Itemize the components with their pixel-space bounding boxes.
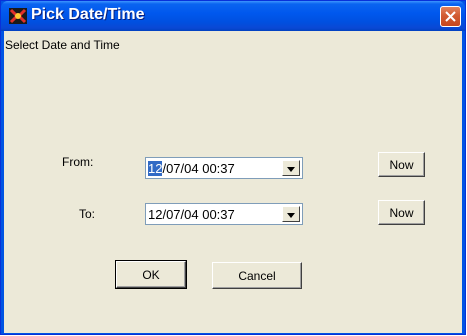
ok-button[interactable]: OK xyxy=(115,260,187,289)
from-now-button[interactable]: Now xyxy=(378,152,425,177)
chevron-down-icon xyxy=(287,159,295,177)
from-datetime-value[interactable]: 12/07/04 00:37 xyxy=(148,161,235,176)
from-datetime-combo[interactable]: 12/07/04 00:37 xyxy=(145,157,303,179)
to-label: To: xyxy=(79,207,96,221)
chevron-down-icon xyxy=(287,205,295,223)
from-label: From: xyxy=(62,155,94,169)
dialog-window: Pick Date/Time Select Date and Time From… xyxy=(0,0,466,335)
cancel-button[interactable]: Cancel xyxy=(212,262,302,289)
window-title: Pick Date/Time xyxy=(31,6,145,23)
to-datetime-value[interactable]: 12/07/04 00:37 xyxy=(148,207,235,222)
to-datetime-combo[interactable]: 12/07/04 00:37 xyxy=(145,203,303,225)
title-bar[interactable]: Pick Date/Time xyxy=(1,1,465,31)
to-now-button[interactable]: Now xyxy=(378,200,425,225)
from-dropdown-button[interactable] xyxy=(282,160,300,176)
dialog-heading: Select Date and Time xyxy=(5,38,120,52)
to-dropdown-button[interactable] xyxy=(282,206,300,222)
close-icon xyxy=(445,11,456,22)
app-icon xyxy=(9,8,27,24)
from-selected-segment: 12 xyxy=(148,161,163,176)
close-button[interactable] xyxy=(440,6,461,27)
from-value-rest: /07/04 00:37 xyxy=(162,161,235,176)
